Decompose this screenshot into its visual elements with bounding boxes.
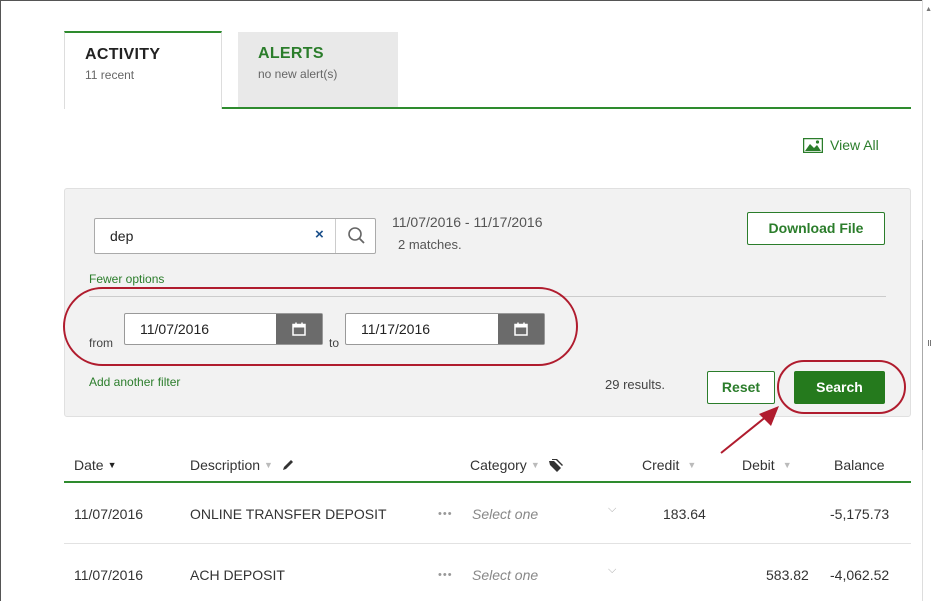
tab-activity-title: ACTIVITY xyxy=(85,46,161,63)
more-icon[interactable]: ••• xyxy=(438,569,453,581)
column-date[interactable]: Date ▼ xyxy=(74,457,117,473)
sort-caret-icon: ▼ xyxy=(782,460,792,470)
chevron-down-icon[interactable]: ⌵ xyxy=(608,564,616,577)
column-category-label: Category xyxy=(470,457,527,473)
view-all-link[interactable]: View All xyxy=(803,137,879,153)
sort-caret-icon: ▼ xyxy=(530,460,540,470)
pencil-icon[interactable] xyxy=(281,458,295,472)
search-icon-button[interactable] xyxy=(335,219,376,253)
table-header-underline xyxy=(64,481,911,483)
row-debit: 583.82 xyxy=(766,567,809,583)
view-all-label: View All xyxy=(830,137,879,153)
column-balance-label: Balance xyxy=(834,457,885,473)
column-credit[interactable]: Credit ▼ xyxy=(642,457,696,473)
column-description[interactable]: Description ▼ xyxy=(190,457,295,473)
row-date: 11/07/2016 xyxy=(74,567,144,583)
column-debit[interactable]: Debit ▼ xyxy=(742,457,792,473)
annotation-oval-date-range xyxy=(63,287,578,366)
download-file-button[interactable]: Download File xyxy=(747,212,885,245)
tab-activity-subtitle: 11 recent xyxy=(85,68,135,82)
column-category[interactable]: Category ▼ xyxy=(470,457,564,473)
annotation-arrow-icon xyxy=(720,406,779,454)
tab-activity[interactable]: ACTIVITY 11 recent xyxy=(64,31,222,109)
column-date-label: Date xyxy=(74,457,104,473)
search-input-value[interactable]: dep xyxy=(110,228,133,244)
sort-caret-icon: ▼ xyxy=(264,460,273,470)
search-date-range: 11/07/2016 - 11/17/2016 xyxy=(392,214,543,230)
more-icon[interactable]: ••• xyxy=(438,508,453,520)
clear-search-icon[interactable]: × xyxy=(315,226,324,243)
column-credit-label: Credit xyxy=(642,457,680,473)
row-credit: 183.64 xyxy=(663,506,706,522)
scroll-up-icon[interactable]: ▲ xyxy=(925,6,932,13)
chevron-down-icon[interactable]: ⌵ xyxy=(608,503,616,516)
tab-bar: ACTIVITY 11 recent ALERTS no new alert(s… xyxy=(64,31,911,109)
tab-alerts[interactable]: ALERTS no new alert(s) xyxy=(238,32,398,108)
row-balance: -4,062.52 xyxy=(830,567,890,583)
row-date: 11/07/2016 xyxy=(74,506,144,522)
column-debit-label: Debit xyxy=(742,457,775,473)
tag-icon[interactable] xyxy=(548,458,564,472)
tab-underline xyxy=(157,107,911,109)
search-input[interactable]: dep × xyxy=(94,218,376,254)
search-match-count: 2 matches. xyxy=(398,237,462,252)
table-row[interactable]: 11/07/2016 ONLINE TRANSFER DEPOSIT ••• S… xyxy=(64,484,911,544)
search-icon xyxy=(348,227,365,244)
results-count: 29 results. xyxy=(605,377,665,392)
column-balance[interactable]: Balance xyxy=(834,457,885,473)
tab-alerts-title: ALERTS xyxy=(258,45,324,62)
fewer-options-link[interactable]: Fewer options xyxy=(89,272,164,286)
row-description: ACH DEPOSIT xyxy=(190,567,285,583)
row-balance: -5,175.73 xyxy=(830,506,890,522)
add-filter-link[interactable]: Add another filter xyxy=(89,375,180,389)
annotation-oval-search xyxy=(777,360,906,414)
row-description: ONLINE TRANSFER DEPOSIT xyxy=(190,506,387,522)
table-row[interactable]: 11/07/2016 ACH DEPOSIT ••• Select one ⌵ … xyxy=(64,545,911,601)
category-select[interactable]: Select one xyxy=(472,506,538,522)
tab-alerts-subtitle: no new alert(s) xyxy=(258,67,338,81)
sort-down-icon: ▼ xyxy=(107,460,117,470)
scrollbar[interactable]: ▲ xyxy=(922,0,936,601)
image-icon xyxy=(803,137,823,153)
scroll-grip-icon xyxy=(928,340,931,346)
sort-caret-icon: ▼ xyxy=(687,460,697,470)
column-description-label: Description xyxy=(190,457,261,473)
category-select[interactable]: Select one xyxy=(472,567,538,583)
